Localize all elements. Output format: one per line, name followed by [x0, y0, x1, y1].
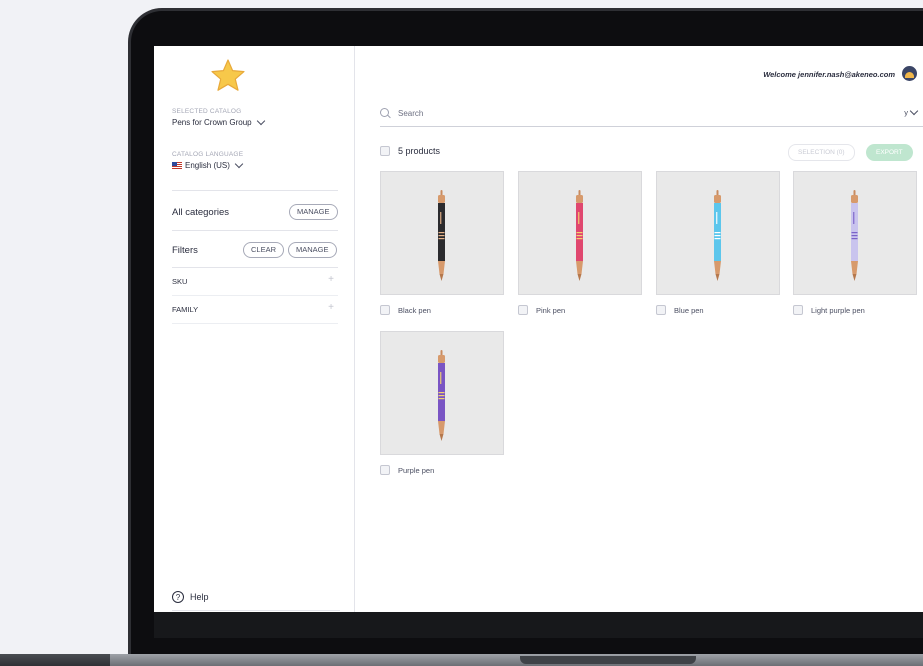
product-card[interactable]: Blue pen — [656, 171, 780, 315]
sort-dropdown[interactable]: y — [904, 106, 919, 117]
filter-label: FAMILY — [172, 305, 199, 314]
help-link[interactable]: ? Help — [172, 591, 209, 603]
laptop-base — [0, 654, 923, 666]
manage-categories-button[interactable]: MANAGE — [289, 204, 338, 220]
product-image[interactable] — [518, 171, 642, 295]
product-name: Light purple pen — [811, 305, 865, 315]
sidebar: SELECTED CATALOG Pens for Crown Group CA… — [154, 46, 355, 612]
language-caption: CATALOG LANGUAGE — [172, 151, 244, 158]
divider — [172, 190, 338, 191]
categories-heading: All categories — [172, 207, 230, 218]
product-name: Purple pen — [398, 465, 435, 475]
pen-image — [438, 190, 445, 281]
search-bar: y — [380, 104, 923, 127]
plus-icon[interactable]: + — [328, 274, 334, 285]
avatar-icon[interactable] — [902, 66, 917, 81]
product-name: Blue pen — [674, 305, 704, 315]
plus-icon[interactable]: + — [328, 302, 334, 313]
pen-image — [576, 190, 583, 281]
welcome-message: Welcome jennifer.nash@akeneo.com — [763, 70, 895, 79]
language-value: English (US) — [185, 161, 230, 170]
product-label: Pink pen — [518, 305, 642, 315]
catalog-value: Pens for Crown Group — [172, 118, 252, 127]
product-card[interactable]: Black pen — [380, 171, 504, 315]
pen-image — [851, 190, 858, 281]
divider — [172, 230, 338, 231]
chevron-down-icon — [909, 106, 919, 116]
selection-button[interactable]: SELECTION (0) — [788, 144, 855, 161]
product-checkbox[interactable] — [380, 305, 390, 315]
filter-family[interactable]: FAMILY + — [172, 296, 338, 324]
laptop-notch — [520, 656, 696, 664]
pen-image — [714, 190, 721, 281]
product-count: 5 products — [398, 146, 441, 156]
sort-value: y — [904, 108, 908, 117]
product-card[interactable]: Light purple pen — [793, 171, 917, 315]
product-checkbox[interactable] — [793, 305, 803, 315]
filter-label: SKU — [172, 277, 188, 286]
laptop-base-edge — [0, 654, 110, 666]
product-name: Pink pen — [536, 305, 566, 315]
product-label: Black pen — [380, 305, 504, 315]
product-image[interactable] — [656, 171, 780, 295]
pen-image — [438, 350, 445, 441]
select-all-checkbox[interactable] — [380, 146, 390, 156]
app-screen: SELECTED CATALOG Pens for Crown Group CA… — [154, 46, 923, 612]
help-icon: ? — [172, 591, 184, 603]
product-label: Light purple pen — [793, 305, 917, 315]
divider — [172, 610, 340, 611]
catalog-selector[interactable]: Pens for Crown Group — [172, 116, 265, 127]
product-count-row: 5 products — [380, 146, 440, 156]
search-input[interactable] — [398, 106, 698, 120]
help-label: Help — [190, 592, 209, 602]
product-checkbox[interactable] — [518, 305, 528, 315]
chevron-down-icon — [256, 116, 265, 126]
product-name: Black pen — [398, 305, 431, 315]
export-button[interactable]: EXPORT — [866, 144, 913, 161]
product-checkbox[interactable] — [656, 305, 666, 315]
product-card[interactable]: Purple pen — [380, 331, 504, 475]
product-card[interactable]: Pink pen — [518, 171, 642, 315]
us-flag-icon — [172, 162, 182, 169]
product-image[interactable] — [380, 171, 504, 295]
product-image[interactable] — [793, 171, 917, 295]
language-selector[interactable]: English (US) — [172, 159, 244, 170]
product-image[interactable] — [380, 331, 504, 455]
laptop-bezel — [154, 612, 923, 638]
product-label: Blue pen — [656, 305, 780, 315]
chevron-down-icon — [234, 159, 244, 169]
manage-filters-button[interactable]: MANAGE — [288, 242, 337, 258]
star-logo-icon[interactable] — [210, 58, 246, 92]
filters-heading: Filters — [172, 245, 198, 256]
catalog-caption: SELECTED CATALOG — [172, 108, 242, 115]
filter-sku[interactable]: SKU + — [172, 268, 338, 296]
product-label: Purple pen — [380, 465, 504, 475]
search-icon — [380, 108, 389, 117]
clear-filters-button[interactable]: CLEAR — [243, 242, 285, 258]
product-checkbox[interactable] — [380, 465, 390, 475]
